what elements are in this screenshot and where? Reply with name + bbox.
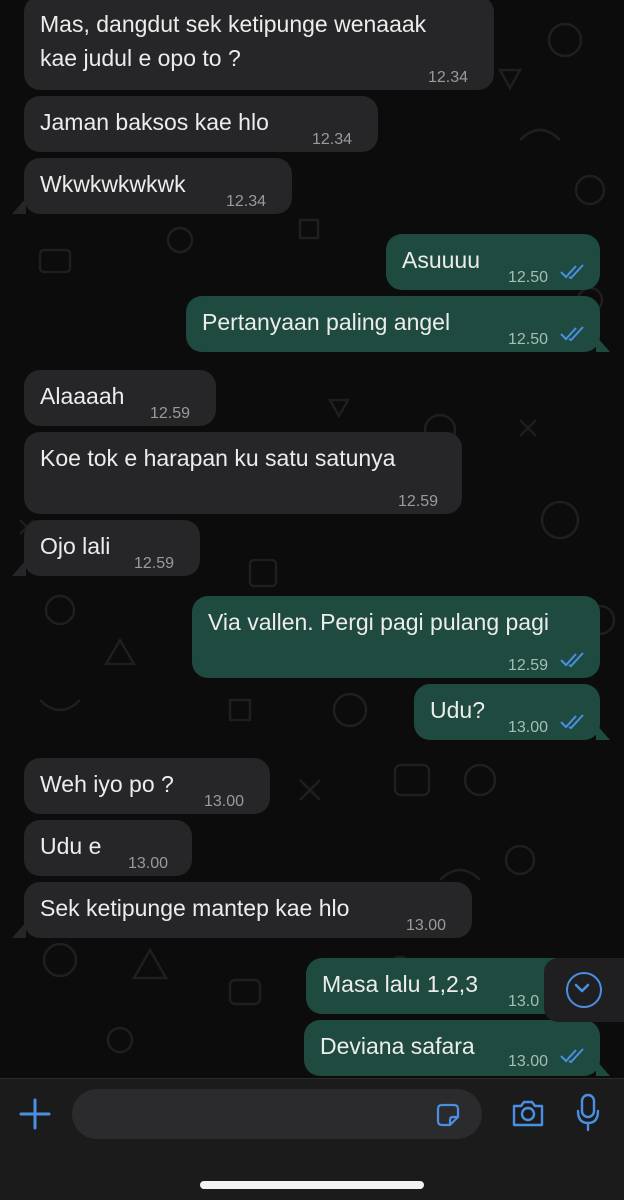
message-time: 12.34 [226, 193, 267, 210]
message-text: Weh iyo po ? [40, 771, 174, 797]
message-incoming[interactable]: Wkwkwkwkwk 12.34 [24, 158, 292, 214]
message-text: Ojo lali [40, 533, 111, 559]
plus-icon[interactable] [18, 1097, 52, 1131]
message-text: Wkwkwkwkwk [40, 171, 186, 197]
bubble-tail [12, 922, 26, 938]
microphone-icon[interactable] [576, 1093, 600, 1133]
message-incoming[interactable]: Alaaaah 12.59 [24, 370, 216, 426]
message-time: 12.59 [150, 405, 191, 422]
message-input[interactable] [90, 1097, 434, 1133]
message-outgoing[interactable]: Udu? 13.00 [414, 684, 600, 740]
message-outgoing[interactable]: Pertanyaan paling angel 12.50 [186, 296, 600, 352]
message-incoming[interactable]: Mas, dangdut sek ketipunge wenaaak kae j… [24, 0, 494, 90]
message-text: kae judul e opo to ? [40, 45, 241, 71]
message-time: 12.50 [508, 331, 549, 348]
message-text: Asuuuu [402, 247, 481, 273]
message-text: Jaman baksos kae hlo [40, 109, 269, 135]
read-receipt-icon [560, 326, 584, 342]
message-time: 13.0 [508, 993, 540, 1010]
bubble-tail [596, 724, 610, 740]
message-text: Alaaaah [40, 383, 125, 409]
chat-screen: Mas, dangdut sek ketipunge wenaaak kae j… [0, 0, 624, 1200]
message-outgoing[interactable]: Deviana safara 13.00 [304, 1020, 600, 1076]
message-outgoing[interactable]: Via vallen. Pergi pagi pulang pagi 12.59 [192, 596, 600, 678]
message-text: Pertanyaan paling angel [202, 309, 451, 335]
message-incoming[interactable]: Sek ketipunge mantep kae hlo 13.00 [24, 882, 472, 938]
message-time: 12.34 [312, 131, 353, 148]
read-receipt-icon [560, 714, 584, 730]
bubble-tail [12, 560, 26, 576]
read-receipt-icon [560, 652, 584, 668]
message-list[interactable]: Mas, dangdut sek ketipunge wenaaak kae j… [0, 0, 624, 1078]
message-incoming[interactable]: Koe tok e harapan ku satu satunya 12.59 [24, 432, 462, 514]
message-input-wrapper [72, 1089, 482, 1139]
message-text: Udu e [40, 833, 102, 859]
message-text: Masa lalu 1,2,3 [322, 971, 478, 997]
message-time: 12.59 [508, 657, 549, 674]
message-time: 12.59 [134, 555, 175, 572]
chevron-down-icon [566, 972, 602, 1008]
message-incoming[interactable]: Ojo lali 12.59 [24, 520, 200, 576]
bubble-tail [12, 198, 26, 214]
bubble-tail [596, 1060, 610, 1076]
message-time: 12.59 [398, 493, 439, 510]
message-text: Sek ketipunge mantep kae hlo [40, 895, 350, 921]
message-text: Deviana safara [320, 1033, 475, 1059]
message-text: Udu? [430, 697, 485, 723]
sticker-icon[interactable] [434, 1101, 462, 1129]
message-time: 13.00 [508, 719, 549, 736]
message-time: 13.00 [128, 855, 169, 872]
message-incoming[interactable]: Weh iyo po ? 13.00 [24, 758, 270, 814]
bubble-tail [596, 336, 610, 352]
message-incoming[interactable]: Jaman baksos kae hlo 12.34 [24, 96, 378, 152]
message-text: Via vallen. Pergi pagi pulang pagi [208, 609, 549, 635]
message-outgoing[interactable]: Asuuuu 12.50 [386, 234, 600, 290]
message-time: 12.34 [428, 69, 469, 86]
camera-icon[interactable] [510, 1097, 546, 1129]
message-incoming[interactable]: Udu e 13.00 [24, 820, 192, 876]
message-time: 12.50 [508, 269, 549, 286]
message-text: Koe tok e harapan ku satu satunya [40, 445, 396, 471]
message-time: 13.00 [508, 1053, 549, 1070]
scroll-to-bottom-button[interactable] [544, 958, 624, 1022]
message-time: 13.00 [204, 793, 245, 810]
message-time: 13.00 [406, 917, 447, 934]
message-text: Mas, dangdut sek ketipunge wenaaak [40, 11, 427, 37]
read-receipt-icon [560, 264, 584, 280]
composer-bar [0, 1078, 624, 1200]
home-indicator[interactable] [200, 1181, 424, 1189]
read-receipt-icon [560, 1048, 584, 1064]
